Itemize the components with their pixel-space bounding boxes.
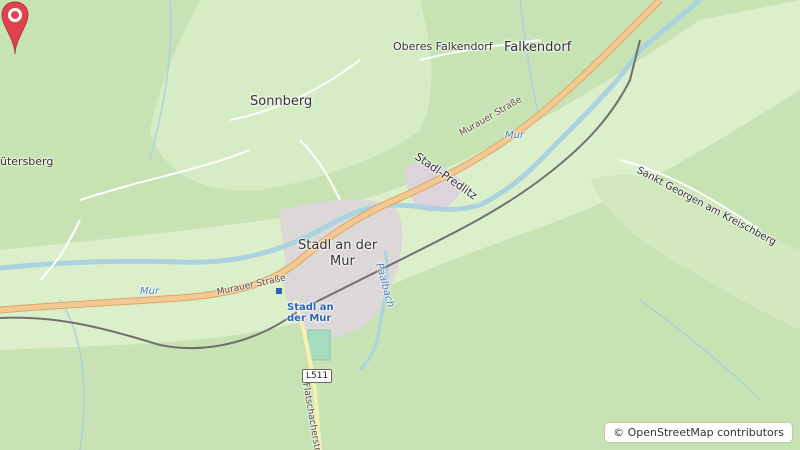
road-shield-l511: L511: [302, 369, 333, 383]
label-gutersberg: ütersberg: [0, 155, 54, 168]
sports-field: [307, 329, 331, 361]
label-station-line2: der Mur: [287, 313, 332, 324]
map-layers: [0, 0, 800, 450]
label-station-line1: Stadl an: [287, 302, 334, 313]
label-falkendorf: Falkendorf: [504, 40, 572, 55]
attribution-text: © OpenStreetMap contributors: [613, 426, 784, 439]
label-oberes-falkendorf: Oberes Falkendorf: [393, 40, 493, 53]
label-station: Stadl an der Mur: [287, 302, 334, 324]
location-pin-icon[interactable]: [0, 0, 30, 56]
label-sonnberg: Sonnberg: [250, 94, 313, 109]
station-dot: [276, 288, 282, 294]
label-mur-east: Mur: [505, 130, 525, 141]
map-canvas[interactable]: Oberes Falkendorf Falkendorf Sonnberg üt…: [0, 0, 800, 450]
label-mur-west: Mur: [140, 286, 160, 297]
label-stadl-line1: Stadl an der: [298, 238, 378, 253]
attribution[interactable]: © OpenStreetMap contributors: [605, 423, 792, 442]
label-stadl-line2: Mur: [330, 254, 355, 269]
